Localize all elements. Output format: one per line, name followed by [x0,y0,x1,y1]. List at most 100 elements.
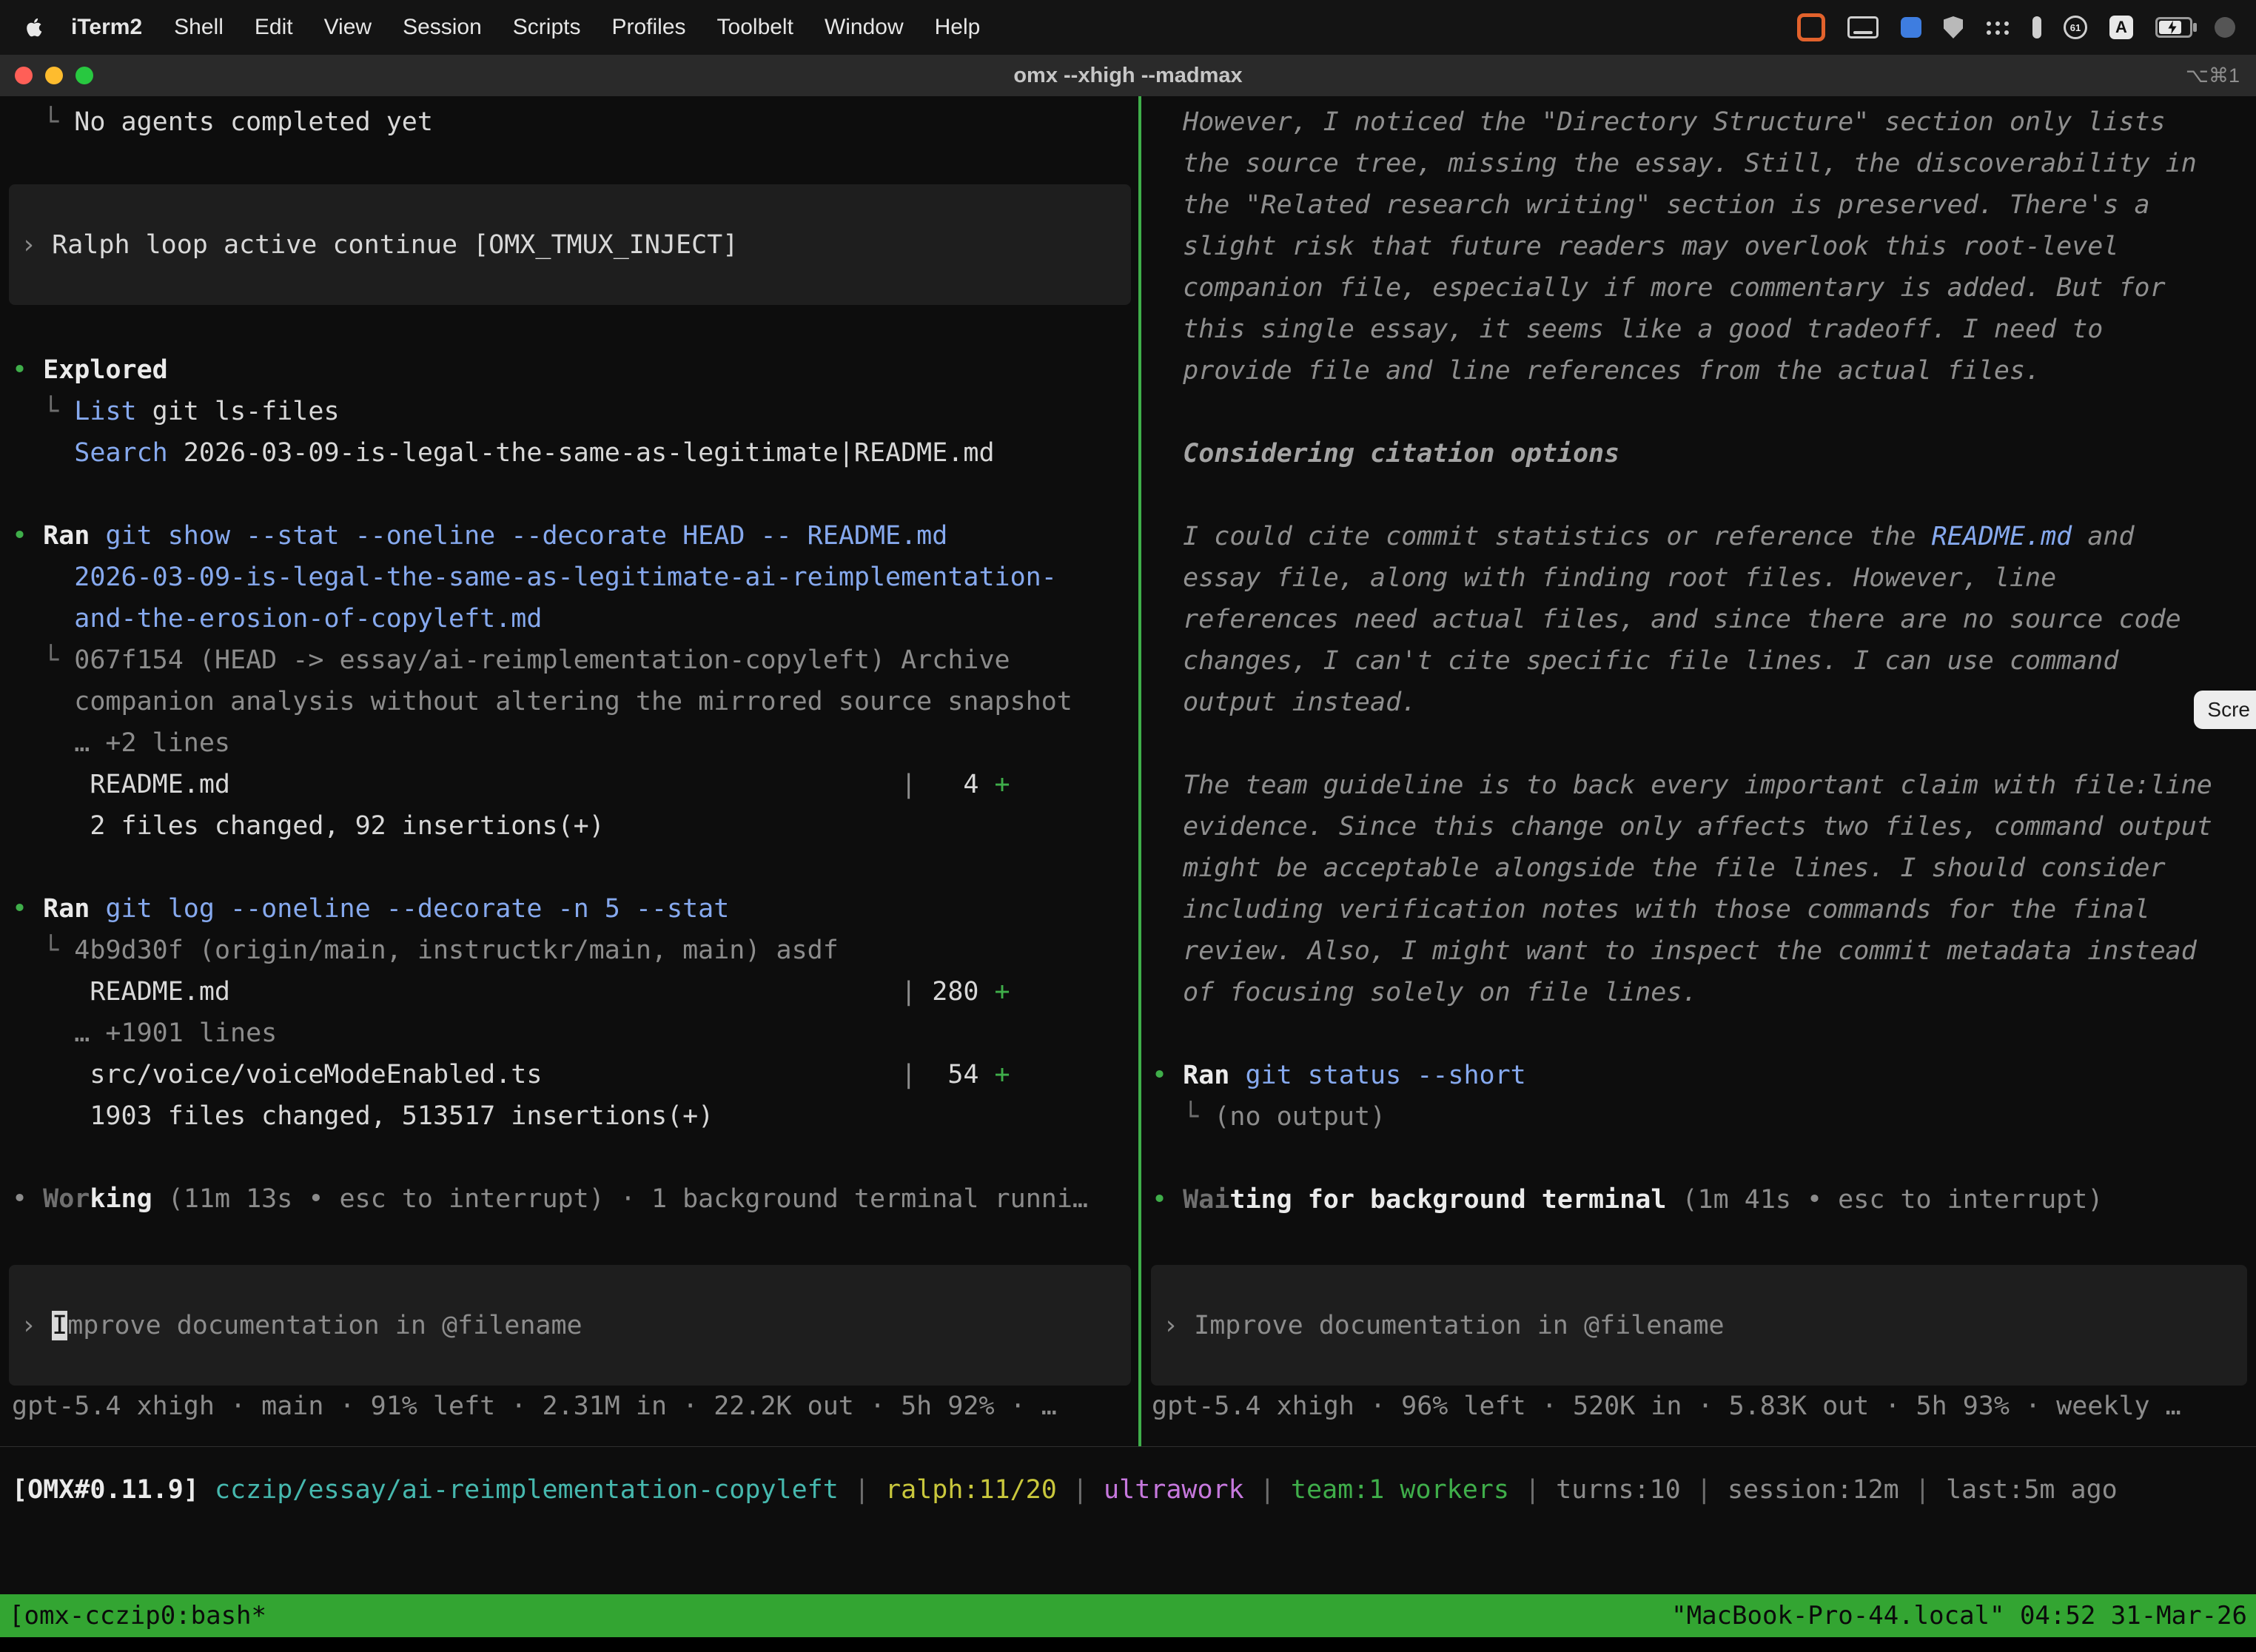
text-segment: • [12,355,43,385]
text-segment [12,563,74,592]
terminal-line: README.md | 280 + [12,971,1138,1013]
terminal-line: └ (no output) [1152,1096,2256,1138]
minimize-window-button[interactable] [45,67,63,84]
terminal-line: of focusing solely on file lines. [1152,972,2256,1013]
terminal-line: slight risk that future readers may over… [1152,226,2256,267]
text-segment [90,521,105,551]
text-segment: | [1509,1475,1556,1505]
text-segment: • [1152,1185,1183,1215]
terminal-line [12,847,1138,888]
text-segment: | [1057,1475,1104,1505]
window-title-bar[interactable]: omx --xhigh --madmax ⌥⌘1 [0,55,2256,96]
text-segment: └ [12,397,74,426]
blue-app-icon[interactable] [1901,17,1921,38]
terminal-line: Considering citation options [1152,433,2256,474]
text-segment: › [21,230,52,260]
terminal-line: I could cite commit statistics or refere… [1152,516,2256,557]
right-terminal-pane[interactable]: However, I noticed the "Directory Struct… [1141,96,2256,1446]
menu-item-view[interactable]: View [309,15,387,40]
left-model-status-line: gpt-5.4 xhigh · main · 91% left · 2.31M … [0,1386,1138,1427]
text-segment: companion analysis without altering the … [12,687,1072,716]
text-segment: 280 [916,977,994,1007]
pill-icon[interactable] [2032,16,2041,38]
menu-item-profiles[interactable]: Profiles [596,15,701,40]
menu-item-toolbelt[interactable]: Toolbelt [702,15,809,40]
menu-bar: iTerm2 Shell Edit View Session Scripts P… [0,0,2256,55]
dots-grid-icon[interactable] [1985,20,2010,35]
terminal-line [1152,474,2256,516]
screen-share-overlay-button[interactable]: Scre [2194,691,2256,729]
text-segment: 067f154 (HEAD -> essay/ai-reimplementati… [74,645,1010,675]
menu-item-shell[interactable]: Shell [158,15,239,40]
charging-bolt-icon [2166,21,2178,34]
text-segment: Search [74,438,167,468]
terminal-line: 2026-03-09-is-legal-the-same-as-legitima… [12,557,1138,598]
shield-icon[interactable] [1944,16,1963,38]
text-segment: the "Related research writing" section i… [1152,190,2150,220]
text-segment: mprove documentation in @filename [67,1311,582,1340]
input-source-icon[interactable]: A [2109,16,2133,39]
control-center-icon[interactable] [2215,17,2235,38]
text-segment: | [901,1060,916,1089]
text-segment: … +1901 lines [12,1018,277,1048]
text-segment: | [1244,1475,1291,1505]
text-segment: the source tree, missing the essay. Stil… [1152,149,2197,178]
text-segment: The team guideline is to back every impo… [1152,770,2212,800]
left-agent-status-lines: └ No agents completed yet [0,101,1138,143]
menu-item-window[interactable]: Window [809,15,919,40]
text-segment [12,604,74,634]
text-segment: ultrawork [1104,1475,1244,1505]
zoom-window-button[interactable] [75,67,93,84]
terminal-line: essay file, along with finding root file… [1152,557,2256,599]
right-agent-log: However, I noticed the "Directory Struct… [1141,101,2256,1220]
menu-item-help[interactable]: Help [919,15,996,40]
terminal-line: output instead. [1152,682,2256,723]
text-segment [90,894,105,924]
terminal-line: • Explored [12,349,1138,391]
menu-app-name[interactable]: iTerm2 [55,15,158,40]
text-segment: 1903 files changed, 513517 insertions(+) [12,1101,714,1131]
text-segment: | [1681,1475,1728,1505]
text-segment: Ran [1183,1061,1229,1090]
menu-item-scripts[interactable]: Scripts [497,15,597,40]
terminal-line: └ List git ls-files [12,391,1138,432]
text-segment: of focusing solely on file lines. [1152,978,1698,1007]
terminal-line: and-the-erosion-of-copyleft.md [12,598,1138,639]
menu-item-edit[interactable]: Edit [239,15,309,40]
terminal-line: the "Related research writing" section i… [1152,184,2256,226]
text-segment: this single essay, it seems like a good … [1152,315,2103,344]
text-segment: … +2 lines [12,728,230,758]
terminal-line: evidence. Since this change only affects… [1152,806,2256,847]
terminal-line: [OMX#0.11.9] cczip/essay/ai-reimplementa… [12,1469,2256,1511]
text-segment: • [1152,1061,1183,1090]
terminal-line [1152,723,2256,765]
menu-item-session[interactable]: Session [387,15,497,40]
gauge-icon[interactable]: 61 [2064,16,2087,39]
window-shortcut-indicator: ⌥⌘1 [2186,64,2240,87]
close-window-button[interactable] [15,67,33,84]
battery-charging-icon[interactable] [2155,17,2192,38]
right-prompt-input[interactable]: › Improve documentation in @filename [1151,1265,2247,1386]
left-prompt-input[interactable]: › Improve documentation in @filename [9,1265,1131,1386]
text-segment: + [995,770,1010,799]
apple-menu-icon[interactable] [22,16,46,39]
text-segment: ting for background terminal [1229,1185,1666,1215]
text-segment: List [74,397,136,426]
text-segment: and-the-erosion-of-copyleft.md [74,604,542,634]
text-segment: 4b9d30f (origin/main, instructkr/main, m… [74,936,839,965]
keyboard-icon[interactable] [1847,16,1879,38]
text-segment: Ralph loop active continue [OMX_TMUX_INJ… [52,230,738,260]
text-segment: 2026-03-09-is-legal-the-same-as-legitima… [74,563,1057,592]
text-segment: └ [12,936,74,965]
text-segment: Considering citation options [1152,439,1619,469]
text-segment: git log --oneline --decorate -n 5 --stat [105,894,729,924]
screen-recording-indicator-icon[interactable] [1797,13,1825,41]
text-segment: gpt-5.4 xhigh · 96% left · 520K in · 5.8… [1152,1391,2181,1421]
text-segment: companion file, especially if more comme… [1152,273,2166,303]
text-segment: (no output) [1214,1102,1386,1132]
text-segment: output instead. [1152,688,1417,717]
tmux-status-bar: [omx-cczip0:bash* "MacBook-Pro-44.local"… [0,1594,2256,1637]
text-segment: • [12,894,43,924]
terminal-line: … +2 lines [12,722,1138,764]
left-terminal-pane[interactable]: └ No agents completed yet › Ralph loop a… [0,96,1138,1446]
